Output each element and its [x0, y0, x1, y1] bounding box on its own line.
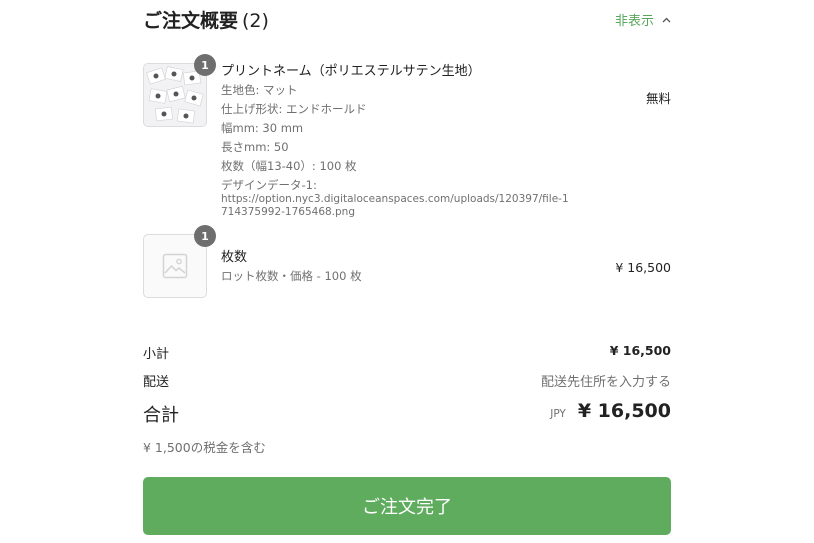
- shipping-row: 配送 配送先住所を入力する: [143, 371, 671, 393]
- order-summary-title: ご注文概要 (2): [143, 6, 269, 33]
- item-price: 無料: [645, 91, 671, 106]
- product-thumbnail: 1: [143, 54, 216, 127]
- item-details: プリントネーム（ポリエステルサテン生地） 生地色: マット 仕上げ形状: エンド…: [221, 63, 581, 219]
- subtotal-row: 小計 ¥ 16,500: [143, 343, 671, 365]
- shipping-value: 配送先住所を入力する: [540, 375, 671, 390]
- line-item: 1 枚数 ロット枚数・価格 - 100 枚 ¥ 16,500: [143, 225, 671, 298]
- line-item: 1 プリントネーム（ポリエステルサテン生地） 生地色: マット 仕上げ形状: エ…: [143, 54, 671, 223]
- product-image: [144, 64, 206, 126]
- image-placeholder-icon: [162, 253, 188, 279]
- tax-note: ¥ 1,500の税金を含む: [143, 440, 266, 455]
- item-option: ロット枚数・価格 - 100 枚: [221, 269, 362, 283]
- currency-code: JPY: [550, 408, 566, 420]
- order-summary-header: ご注文概要 (2) 非表示: [143, 4, 671, 34]
- item-price: ¥ 16,500: [615, 260, 671, 275]
- item-name: 枚数: [221, 250, 248, 265]
- order-summary-title-text: ご注文概要: [143, 10, 239, 32]
- subtotal-label: 小計: [143, 347, 170, 362]
- item-option: 幅mm: 30 mm: [221, 121, 304, 135]
- item-option: 仕上げ形状: エンドホールド: [221, 102, 367, 116]
- product-thumbnail: 1: [143, 225, 216, 298]
- design-data-url: https://option.nyc3.digitaloceanspaces.c…: [221, 193, 569, 218]
- quantity-badge: 1: [194, 54, 216, 76]
- item-option: 枚数（幅13-40）: 100 枚: [221, 159, 357, 173]
- item-details: 枚数 ロット枚数・価格 - 100 枚: [221, 249, 581, 286]
- item-name: プリントネーム（ポリエステルサテン生地）: [221, 64, 481, 79]
- item-option: デザインデータ-1:: [221, 178, 317, 192]
- total-amount: ¥ 16,500: [577, 400, 671, 422]
- shipping-label: 配送: [143, 375, 170, 390]
- item-option: 生地色: マット: [221, 83, 298, 97]
- total-row: 合計 JPY ¥ 16,500: [143, 400, 671, 428]
- item-option: 長さmm: 50: [221, 140, 289, 154]
- subtotal-value: ¥ 16,500: [609, 343, 671, 358]
- chevron-up-icon: [662, 17, 671, 22]
- order-item-count: (2): [242, 10, 269, 32]
- hide-summary-toggle[interactable]: 非表示: [615, 10, 671, 29]
- quantity-badge: 1: [194, 225, 216, 247]
- hide-summary-label: 非表示: [614, 14, 654, 29]
- complete-order-button[interactable]: ご注文完了: [143, 477, 671, 535]
- total-label: 合計: [143, 405, 179, 426]
- total-amount-group: JPY ¥ 16,500: [550, 400, 671, 422]
